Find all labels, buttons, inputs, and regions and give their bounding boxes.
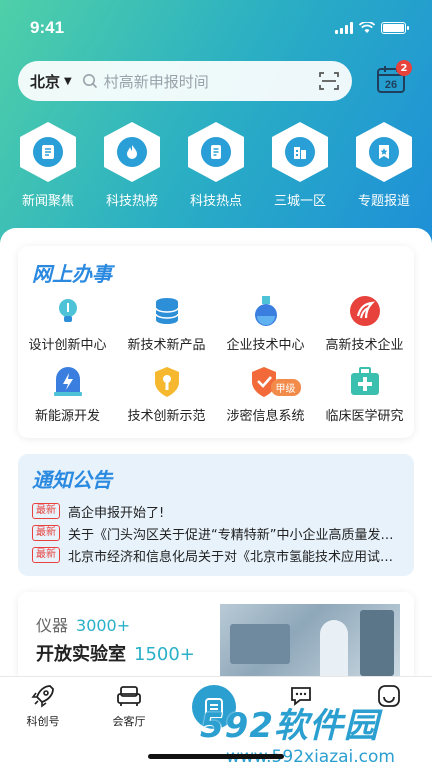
service-clinical-research[interactable]: 临床医学研究 [315,365,414,424]
notice-item[interactable]: 最新 高企申报开始了! [32,500,404,522]
service-grid: 设计创新中心 新技术新产品 企业技术中心 高新技术企业 新能源开发 技术创新示范… [18,294,414,424]
category-tech-hot-list[interactable]: 科技热榜 [92,122,172,212]
calendar-day: 26 [385,79,397,91]
level-tag: 甲级 [270,379,301,396]
wifi-icon [359,22,375,33]
service-label: 新技术新产品 [127,338,206,353]
status-time: 9:41 [30,18,65,37]
tab-kechuanghao[interactable]: 科创号 [8,683,78,729]
category-label: 新闻聚焦 [21,194,74,209]
lightbulb-icon [58,299,77,322]
city-selector[interactable]: 北京 [30,71,60,92]
notice-text: 北京市经济和信息化局关于对《北京市氢能技术应用试点工作方案》 [68,549,404,565]
search-box[interactable]: 北京 ▼ 村高新申报时间 [18,61,352,101]
status-icons [335,22,409,34]
status-bar: 9:41 [0,0,432,56]
signal-icon [335,22,353,34]
service-enterprise-tech-center[interactable]: 企业技术中心 [216,294,315,353]
hex-bg [104,122,160,182]
medical-kit-icon [350,367,379,395]
service-design-center[interactable]: 设计创新中心 [18,294,117,353]
service-new-energy[interactable]: 新能源开发 [18,365,117,424]
hex-bg [188,122,244,182]
service-classified-info-system[interactable]: 甲级 涉密信息系统 [216,365,315,424]
category-label: 三城一区 [273,194,326,209]
hex-bg [356,122,412,182]
category-label: 科技热榜 [105,194,158,209]
search-row: 北京 ▼ 村高新申报时间 26 2 [18,60,418,102]
service-label: 设计创新中心 [28,338,107,353]
category-three-cities[interactable]: 三城一区 [260,122,340,212]
promo-value: 1500+ [134,644,195,665]
rocket-icon [31,685,54,708]
category-tech-hotspot[interactable]: 科技热点 [176,122,256,212]
promo-label: 开放实验室 [36,644,126,665]
new-badge: 最新 [32,547,60,563]
service-label: 企业技术中心 [226,338,305,353]
service-label: 技术创新示范 [127,409,206,424]
notice-text: 高企申报开始了! [68,505,165,521]
promo-value: 3000+ [76,616,131,635]
calendar-badge: 2 [396,60,412,76]
section-title: 通知公告 [32,468,112,492]
service-high-tech-enterprise[interactable]: 高新技术企业 [315,294,414,353]
database-icon [154,298,179,324]
emblem-icon [349,296,380,326]
search-icon [82,74,97,89]
lab-cabinet [360,610,394,676]
hex-bg [272,122,328,182]
watermark-brand: 592软件园 [200,706,379,746]
home-indicator [148,754,284,759]
notice-item[interactable]: 最新 北京市经济和信息化局关于对《北京市氢能技术应用试点工作方案》 [32,544,404,566]
new-badge: 最新 [32,503,60,519]
promo-open-labs: 开放实验室 1500+ [36,640,195,666]
service-label: 高新技术企业 [325,338,404,353]
notice-list: 最新 高企申报开始了! 最新 关于《门头沟区关于促进“专精特新”中小企业高质量发… [32,500,404,566]
category-special-reports[interactable]: 专题报道 [344,122,424,212]
service-label: 临床医学研究 [325,409,404,424]
category-news[interactable]: 新闻聚焦 [8,122,88,212]
service-label: 涉密信息系统 [226,409,305,424]
service-icon-wrap: 甲级 [249,365,301,399]
star-bookmark-icon [379,145,389,159]
lightning-icon [53,367,82,396]
lab-promo-card[interactable]: 仪器 3000+ 开放实验室 1500+ [18,592,414,684]
promo-instruments: 仪器 3000+ [36,612,130,636]
tab-label: 会客厅 [112,715,146,728]
search-input[interactable]: 村高新申报时间 [104,71,318,92]
online-service-card: 网上办事 设计创新中心 新技术新产品 企业技术中心 高新技术企业 新能源开发 技… [18,246,414,438]
chevron-down-icon[interactable]: ▼ [64,76,72,87]
service-label: 新能源开发 [34,409,100,424]
notice-item[interactable]: 最新 关于《门头沟区关于促进“专精特新”中小企业高质量发展的若干措施》 [32,522,404,544]
category-label: 科技热点 [189,194,242,209]
scan-icon[interactable] [318,70,340,92]
document-icon [211,145,221,159]
category-row: 新闻聚焦 科技热榜 科技热点 三城一区 专题报道 [0,122,432,212]
category-label: 专题报道 [357,194,410,209]
flame-icon [127,145,137,159]
notice-text: 关于《门头沟区关于促进“专精特新”中小企业高质量发展的若干措施》 [68,527,404,543]
lab-photo [220,604,400,682]
flask-icon [254,296,277,326]
section-title: 网上办事 [32,262,112,286]
sofa-icon [117,686,141,706]
shield-key-icon [154,367,179,397]
lab-worker [320,620,348,680]
lab-equipment [230,624,290,664]
tab-label: 科创号 [26,715,60,728]
hex-bg [20,122,76,182]
service-tech-innovation-demo[interactable]: 技术创新示范 [117,365,216,424]
promo-label: 仪器 [36,616,69,635]
battery-icon [381,22,409,34]
service-new-tech-products[interactable]: 新技术新产品 [117,294,216,353]
tab-reception-hall[interactable]: 会客厅 [94,683,164,729]
new-badge: 最新 [32,525,60,541]
news-icon [42,145,54,159]
buildings-icon [294,147,306,159]
notice-card: 通知公告 最新 高企申报开始了! 最新 关于《门头沟区关于促进“专精特新”中小企… [18,454,414,576]
